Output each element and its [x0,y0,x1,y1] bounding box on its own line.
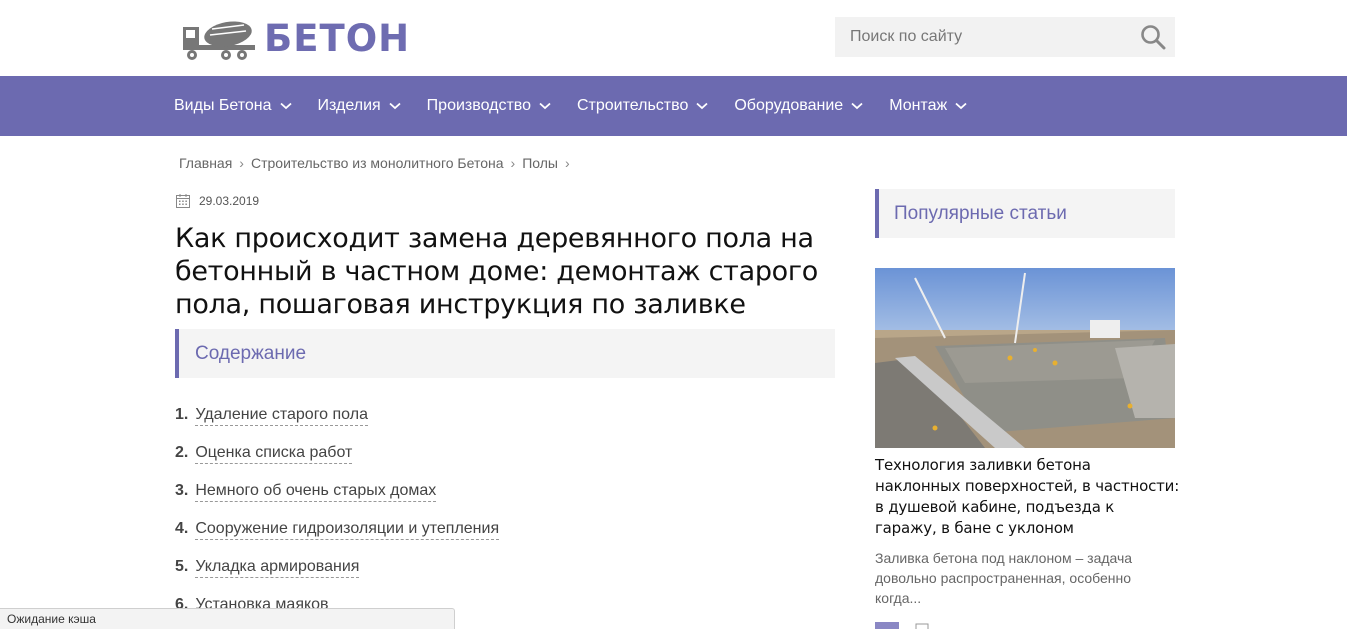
article-title: Как происходит замена деревянного пола н… [175,223,818,320]
toc-toggle[interactable]: Содержание [175,329,835,378]
nav-item-label: Производство [426,97,531,114]
construction-photo [875,268,1175,448]
chevron-down-icon [389,102,401,110]
toc-list: 1. Удаление старого пола 2. Оценка списк… [175,406,500,629]
search-button[interactable] [1131,17,1175,57]
toc-item-number: 2. [175,444,189,461]
post-date: 29.03.2019 [175,193,259,209]
popular-posts-heading: Популярные статьи [875,189,1175,238]
nav-item-vidy-betona[interactable]: Виды Бетона [174,97,292,115]
calendar-icon [176,194,190,208]
toc-item-number: 4. [175,520,189,537]
toc-item[interactable]: 4. Сооружение гидроизоляции и утепления [175,520,500,558]
nav-item-stroitelstvo[interactable]: Строительство [577,97,708,115]
search-icon [1141,25,1166,50]
chevron-down-icon [696,102,708,110]
toc-item[interactable]: 5. Укладка армирования [175,558,499,596]
site-logo[interactable]: БЕТОН [182,17,410,61]
nav-item-montazh[interactable]: Монтаж [889,97,967,115]
breadcrumb: Главная › Строительство из монолитного Б… [179,155,577,171]
toc-item-link[interactable]: Сооружение гидроизоляции и утепления [195,520,500,540]
popular-post-meta [875,622,929,629]
nav-item-label: Монтаж [889,97,948,114]
popular-post-excerpt: Заливка бетона под наклоном – задача дов… [875,550,1133,606]
popular-post-image[interactable] [875,268,1175,448]
toc-item[interactable]: 1. Удаление старого пола [175,406,499,444]
breadcrumb-separator: › [510,155,516,171]
main-nav: Виды Бетона Изделия Производство Строите… [0,76,1347,136]
browser-status-bar: Ожидание кэша [0,608,455,629]
toc-item[interactable]: 3. Немного об очень старых домах [175,482,499,520]
nav-item-label: Виды Бетона [174,97,272,114]
post-date-text: 29.03.2019 [199,194,260,208]
breadcrumb-monolith[interactable]: Строительство из монолитного Бетона [251,155,504,171]
breadcrumb-separator: › [564,155,570,171]
nav-item-label: Изделия [317,97,381,114]
chevron-down-icon [851,102,863,110]
nav-item-izdeliya[interactable]: Изделия [318,97,401,115]
nav-item-proizvodstvo[interactable]: Производство [427,97,551,115]
breadcrumb-home[interactable]: Главная [179,155,232,171]
breadcrumb-separator: › [239,155,244,171]
toc-item-number: 5. [175,558,189,575]
breadcrumb-floors[interactable]: Полы [522,155,558,171]
toc-item-number: 1. [175,406,189,423]
toc-item-link[interactable]: Удаление старого пола [195,406,368,426]
search-box [835,17,1175,57]
search-input[interactable] [835,17,1131,57]
calendar-icon [915,623,929,629]
chevron-down-icon [539,102,551,110]
logo-text: БЕТОН [264,17,411,60]
nav-item-oborudovanie[interactable]: Оборудование [734,97,863,115]
toc-item-link[interactable]: Оценка списка работ [195,444,353,464]
nav-item-label: Оборудование [734,97,844,114]
site-header: БЕТОН [0,0,1347,76]
toc-item-number: 3. [175,482,189,499]
nav-item-label: Строительство [577,97,689,114]
chevron-down-icon [279,102,292,110]
popular-post-title[interactable]: Технология заливки бетона наклонных пове… [875,455,1180,539]
category-badge[interactable] [875,622,899,629]
chevron-down-icon [955,102,967,110]
toc-item[interactable]: 2. Оценка списка работ [175,444,499,482]
concrete-mixer-truck-icon [183,21,255,60]
toc-item-link[interactable]: Укладка армирования [195,558,360,578]
toc-item-link[interactable]: Немного об очень старых домах [195,482,437,502]
